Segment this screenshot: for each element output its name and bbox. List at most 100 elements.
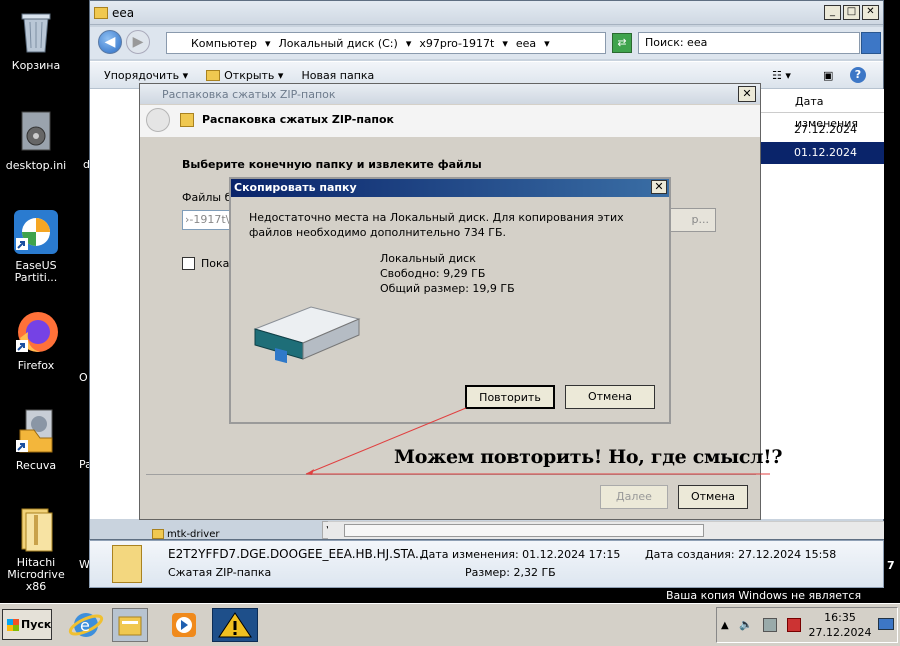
settings-file-icon [12, 108, 60, 156]
refresh-icon[interactable]: ⇄ [612, 33, 632, 53]
chevron-down-icon[interactable]: ▾ [544, 37, 550, 50]
folder-zip-icon [180, 113, 194, 127]
back-arrow-icon[interactable]: ◀ [98, 30, 122, 54]
minimize-button[interactable]: _ [824, 5, 841, 20]
file-explorer-icon[interactable] [112, 608, 148, 642]
volume-icon[interactable]: 🔈 [739, 618, 753, 631]
explorer-titlebar[interactable]: eea [90, 1, 883, 25]
details-type: Сжатая ZIP-папка [168, 566, 272, 579]
show-files-checkbox[interactable]: Пока [182, 257, 229, 270]
desktop-icon-easeus[interactable]: EaseUS Partiti... [0, 208, 74, 284]
checkbox-box[interactable] [182, 257, 195, 270]
media-player-icon[interactable] [166, 608, 202, 642]
maximize-button[interactable]: □ [843, 5, 860, 20]
zip-dialog-subheading: Выберите конечную папку и извлеките файл… [182, 158, 482, 171]
desktop-icon-recycle-bin[interactable]: Корзина [0, 8, 74, 72]
next-button[interactable]: Далее [600, 485, 668, 509]
desktop-icon-label: Recuva [15, 459, 57, 472]
new-folder-button[interactable]: Новая папка [301, 69, 374, 82]
address-bar[interactable]: Компьютер ▾ Локальный диск (C:) ▾ x97pro-1… [166, 32, 606, 54]
view-options-icon[interactable]: ☷ ▾ [772, 69, 791, 82]
folder-icon [206, 70, 221, 81]
desktop-icon-label: desktop.ini [5, 159, 67, 172]
zip-folder-icon [112, 545, 142, 583]
desktop-icon-recuva[interactable]: Recuva [0, 408, 74, 472]
folder-zip-icon [12, 505, 60, 553]
destination-path-input[interactable]: ›-1917t\ [182, 210, 232, 230]
internet-explorer-icon[interactable]: e [68, 608, 104, 642]
error-message: Недостаточно места на Локальный диск. Дл… [249, 211, 624, 239]
desktop-icon-label: Firefox [17, 359, 55, 372]
file-row-date[interactable]: 27.12.2024 16:33 [760, 119, 884, 158]
retry-button[interactable]: Повторить [465, 385, 555, 409]
organize-menu[interactable]: Упорядочить ▾ [104, 69, 188, 82]
free-space: Свободно: 9,29 ГБ [380, 267, 486, 280]
desktop-icon-label: Hitachi Microdrive x86 [7, 556, 65, 593]
window-title: eea [112, 5, 135, 20]
clock-time: 16:35 [824, 611, 856, 624]
scrollbar-thumb[interactable] [344, 524, 704, 537]
desktop-partial-label: O [79, 371, 88, 384]
recycle-bin-icon [12, 8, 60, 56]
close-button[interactable]: ✕ [738, 86, 756, 102]
checkbox-label: Пока [201, 257, 230, 270]
hard-drive-icon [249, 299, 363, 364]
start-button[interactable]: Пуск [2, 609, 52, 640]
network-icon[interactable] [763, 618, 777, 632]
folder-icon [152, 529, 164, 539]
chevron-down-icon[interactable]: ▾ [406, 37, 412, 50]
copy-dialog-titlebar[interactable]: Скопировать папку [231, 179, 669, 197]
watermark-digit: 7 [887, 559, 895, 572]
cancel-button[interactable]: Отмена [565, 385, 655, 409]
zip-dialog-heading: Распаковка сжатых ZIP-папок [202, 113, 395, 126]
forward-arrow-icon[interactable]: ▶ [126, 30, 150, 54]
desktop-icon-desktop-ini[interactable]: desktop.ini [0, 108, 74, 172]
desktop-icon-hitachi[interactable]: Hitachi Microdrive x86 [0, 505, 74, 593]
open-button[interactable]: Открыть ▾ [206, 69, 283, 82]
cancel-button[interactable]: Отмена [678, 485, 748, 509]
search-icon[interactable] [861, 32, 881, 54]
close-button[interactable]: ✕ [651, 180, 667, 194]
window-controls: _ □ ✕ [824, 5, 879, 20]
breadcrumb-item[interactable]: eea [516, 37, 536, 50]
column-header-date-modified[interactable]: Дата изменения [760, 91, 884, 130]
action-center-icon[interactable] [787, 618, 801, 632]
details-modified: Дата изменения: 01.12.2024 17:15 [420, 548, 621, 561]
zip-dialog-titlebar[interactable]: Распаковка сжатых ZIP-папок [140, 84, 760, 104]
chevron-down-icon[interactable]: ▾ [265, 37, 271, 50]
breadcrumb-item[interactable]: Локальный диск (C:) [278, 37, 397, 50]
drive-info: Локальный диск Свободно: 9,29 ГБ Общий р… [380, 251, 515, 296]
preview-pane-icon[interactable]: ▣ [823, 69, 833, 82]
annotation-text: Можем повторить! Но, где смысл!? [394, 446, 783, 468]
total-size: Общий размер: 19,9 ГБ [380, 282, 515, 295]
breadcrumb-item[interactable]: Компьютер [191, 37, 257, 50]
horizontal-scrollbar[interactable] [328, 521, 884, 539]
desktop-icon-label: Корзина [11, 59, 61, 72]
search-input[interactable]: Поиск: eea [638, 32, 860, 54]
show-desktop-icon[interactable] [878, 618, 894, 630]
copy-folder-dialog: Скопировать папку ✕ Недостаточно места н… [229, 177, 671, 424]
taskbar-clock[interactable]: 16:35 27.12.2024 [808, 610, 872, 640]
breadcrumb-item[interactable]: x97pro-1917t [419, 37, 494, 50]
windows-logo-icon [7, 619, 19, 631]
recuva-icon [12, 408, 60, 456]
browse-button[interactable]: р... [664, 208, 716, 232]
folder-icon [94, 6, 108, 19]
warning-app-icon[interactable] [212, 608, 258, 642]
firefox-icon [12, 308, 60, 356]
details-filename: E2T2YFFD7.DGE.DOOGEE_EEA.HB.HJ.STA... [168, 547, 427, 561]
tree-item[interactable]: mtk-driver [152, 529, 219, 540]
desktop-icon-firefox[interactable]: Firefox [0, 308, 74, 372]
back-arrow-icon[interactable] [146, 108, 170, 132]
help-icon[interactable]: ? [850, 67, 866, 83]
easeus-icon [12, 208, 60, 256]
details-size: Размер: 2,32 ГБ [465, 566, 556, 579]
close-button[interactable]: ✕ [862, 5, 879, 20]
file-row-date[interactable]: 01.12.2024 17:15 [760, 142, 884, 181]
address-row: ◀ ▶ Компьютер ▾ Локальный диск (C:) ▾ x97p… [90, 27, 883, 59]
details-pane: E2T2YFFD7.DGE.DOOGEE_EEA.HB.HJ.STA... Сж… [89, 540, 884, 588]
chevron-down-icon[interactable]: ▾ [502, 37, 508, 50]
svg-text:e: e [80, 616, 90, 635]
show-hidden-icons[interactable]: ▲ [721, 620, 729, 631]
divider [146, 474, 756, 475]
